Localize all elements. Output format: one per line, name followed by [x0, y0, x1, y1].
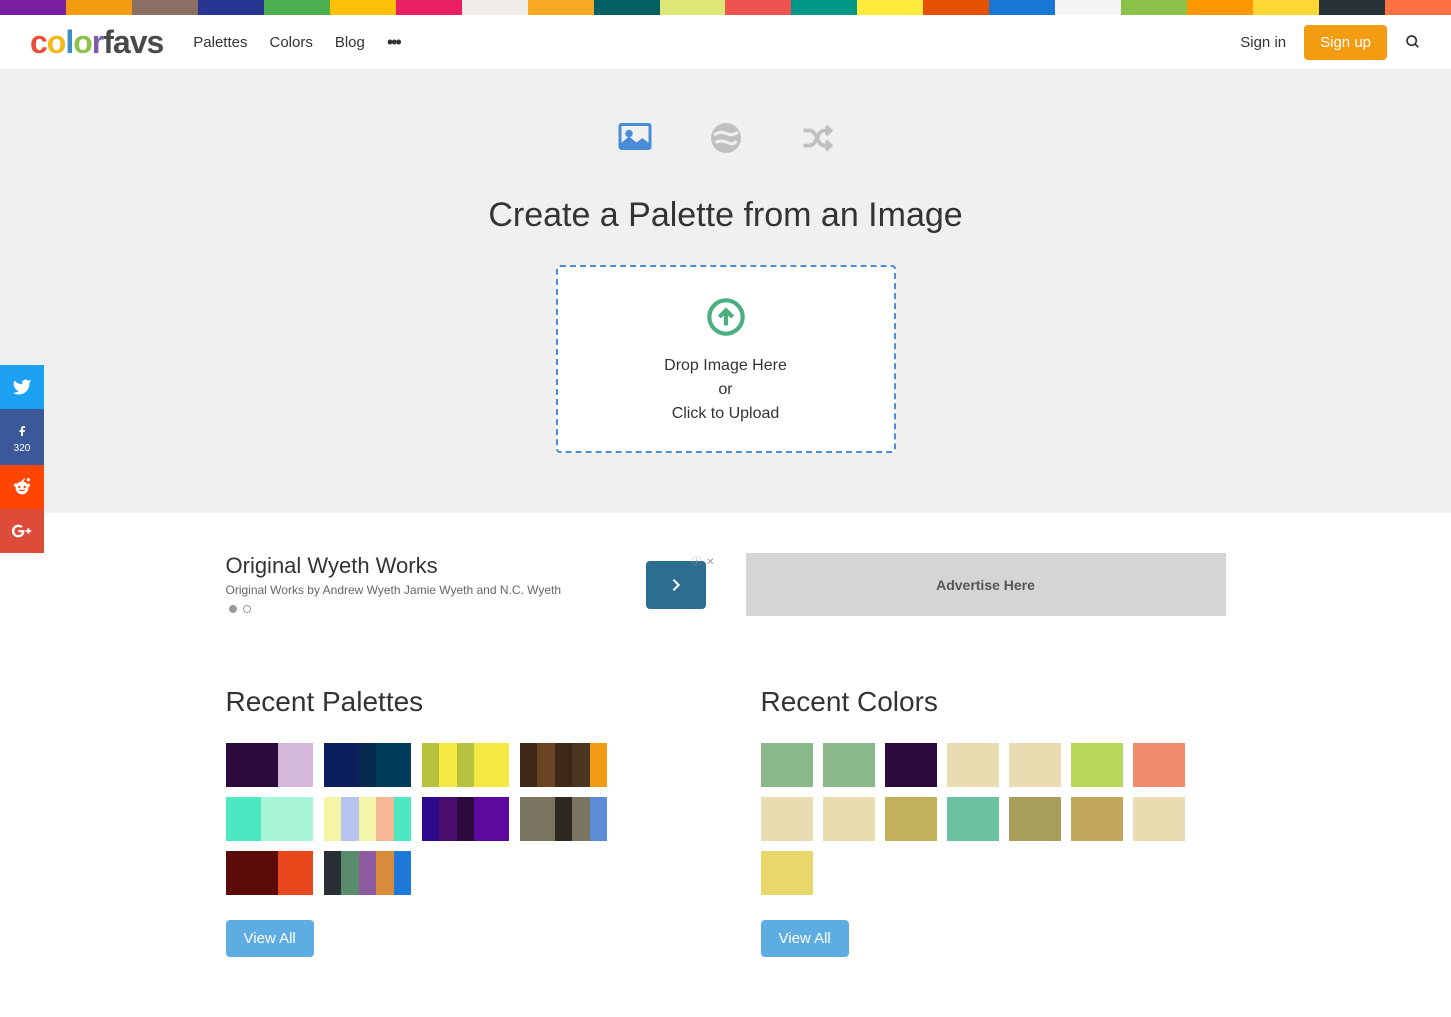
- palette-item[interactable]: [226, 851, 314, 895]
- recent-colors-title: Recent Colors: [761, 686, 1226, 718]
- signup-button[interactable]: Sign up: [1304, 25, 1387, 60]
- color-swatch[interactable]: [1009, 743, 1061, 787]
- recent-colors-col: Recent Colors View All: [761, 686, 1226, 957]
- viewall-colors-button[interactable]: View All: [761, 920, 849, 957]
- recent-columns: Recent Palettes View All Recent Colors V…: [226, 686, 1226, 957]
- facebook-share[interactable]: 320: [0, 409, 44, 465]
- color-swatch[interactable]: [761, 743, 813, 787]
- color-swatch[interactable]: [947, 743, 999, 787]
- nav-palettes[interactable]: Palettes: [193, 34, 247, 51]
- advertise-here[interactable]: Advertise Here: [746, 553, 1226, 616]
- ad-left-sub: Original Works by Andrew Wyeth Jamie Wye…: [226, 583, 631, 597]
- reddit-share[interactable]: [0, 465, 44, 509]
- palette-item[interactable]: [324, 743, 412, 787]
- nav-colors[interactable]: Colors: [269, 34, 312, 51]
- palette-item[interactable]: [324, 851, 412, 895]
- search-icon[interactable]: [1405, 34, 1421, 50]
- palette-item[interactable]: [324, 797, 412, 841]
- twitter-share[interactable]: [0, 365, 44, 409]
- palette-item[interactable]: [226, 743, 314, 787]
- color-swatch[interactable]: [1071, 797, 1123, 841]
- color-swatch[interactable]: [885, 797, 937, 841]
- recent-palettes-col: Recent Palettes View All: [226, 686, 691, 957]
- nav-more-icon[interactable]: •••: [387, 32, 400, 53]
- main-content: Original Wyeth Works Original Works by A…: [226, 513, 1226, 1017]
- logo[interactable]: colorfavs: [30, 24, 163, 61]
- color-swatch[interactable]: [823, 797, 875, 841]
- palette-item[interactable]: [422, 797, 510, 841]
- hero-section: Create a Palette from an Image Drop Imag…: [0, 70, 1451, 513]
- upload-dropzone[interactable]: Drop Image Here or Click to Upload: [556, 265, 896, 453]
- upload-icon: [578, 297, 874, 342]
- color-swatch[interactable]: [947, 797, 999, 841]
- palette-item[interactable]: [226, 797, 314, 841]
- nav-right: Sign in Sign up: [1240, 25, 1421, 60]
- color-swatch[interactable]: [1071, 743, 1123, 787]
- shuffle-tool-icon[interactable]: [799, 120, 835, 156]
- palette-item[interactable]: [520, 743, 608, 787]
- color-swatch[interactable]: [885, 743, 937, 787]
- color-swatch[interactable]: [1133, 743, 1185, 787]
- ad-left-title: Original Wyeth Works: [226, 553, 631, 579]
- tool-icons: [0, 120, 1451, 156]
- palette-item[interactable]: [520, 797, 608, 841]
- nav-links: Palettes Colors Blog •••: [193, 32, 400, 53]
- drop-text-3: Click to Upload: [578, 402, 874, 426]
- swatch-grid: [761, 743, 1226, 895]
- viewall-palettes-button[interactable]: View All: [226, 920, 314, 957]
- recent-palettes-title: Recent Palettes: [226, 686, 691, 718]
- hero-title: Create a Palette from an Image: [0, 196, 1451, 235]
- social-bar: 320: [0, 365, 44, 553]
- color-swatch[interactable]: [761, 797, 813, 841]
- palette-grid: [226, 743, 691, 895]
- image-tool-icon[interactable]: [617, 120, 653, 156]
- googleplus-share[interactable]: [0, 509, 44, 553]
- navbar: colorfavs Palettes Colors Blog ••• Sign …: [0, 15, 1451, 70]
- ad-left[interactable]: Original Wyeth Works Original Works by A…: [226, 553, 716, 616]
- top-color-stripe: [0, 0, 1451, 15]
- ad-row: Original Wyeth Works Original Works by A…: [226, 553, 1226, 616]
- ad-pagination-dots: [226, 605, 631, 616]
- color-swatch[interactable]: [1133, 797, 1185, 841]
- signin-link[interactable]: Sign in: [1240, 34, 1286, 51]
- globe-tool-icon[interactable]: [708, 120, 744, 156]
- palette-item[interactable]: [422, 743, 510, 787]
- facebook-count: 320: [14, 443, 31, 454]
- color-swatch[interactable]: [761, 851, 813, 895]
- adchoices-icon[interactable]: ⓘ ✕: [691, 553, 715, 568]
- drop-text-1: Drop Image Here: [578, 354, 874, 378]
- color-swatch[interactable]: [823, 743, 875, 787]
- drop-text-2: or: [578, 378, 874, 402]
- nav-blog[interactable]: Blog: [335, 34, 365, 51]
- color-swatch[interactable]: [1009, 797, 1061, 841]
